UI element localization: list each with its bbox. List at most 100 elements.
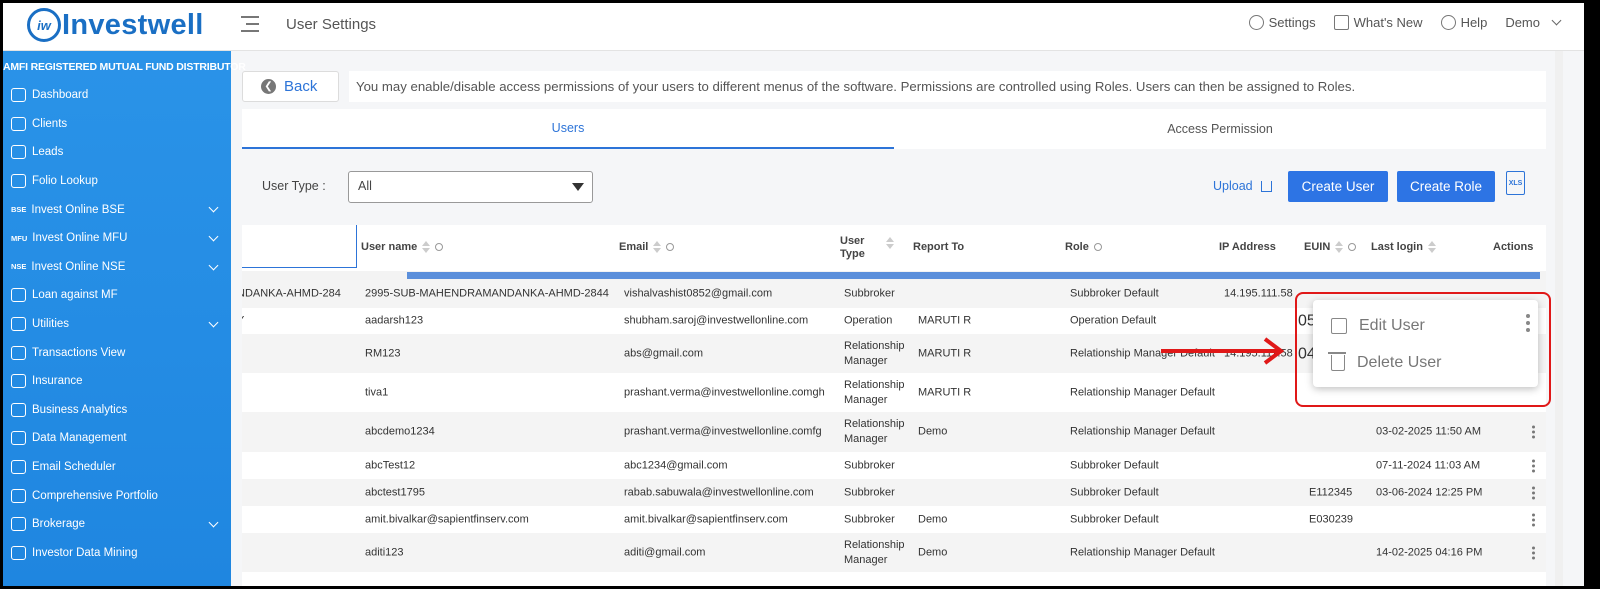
- horizontal-scrollbar[interactable]: [242, 271, 1546, 280]
- sidebar-item[interactable]: Comprehensive Portfolio: [3, 481, 231, 510]
- row-actions-kebab-icon[interactable]: [1532, 513, 1535, 526]
- folio-icon: [11, 174, 26, 189]
- chevron-down-icon[interactable]: [208, 260, 219, 271]
- col-email[interactable]: Email: [619, 241, 675, 253]
- annotation-arrow-icon: [1161, 337, 1285, 365]
- sidebar-item[interactable]: Investor Data Mining: [3, 539, 231, 568]
- table-row[interactable]: abcTest12 abc1234@gmail.com Subbroker Subbr…: [242, 452, 1546, 479]
- brand-logo[interactable]: iw Investwell: [27, 8, 204, 42]
- sidebar-item[interactable]: Transactions View: [3, 338, 231, 367]
- sidebar-item-label: Email Scheduler: [32, 461, 116, 474]
- sidebar-item-label: Insurance: [32, 375, 83, 388]
- search-icon[interactable]: [666, 243, 675, 251]
- table-row[interactable]: abctest1795 rabab.sabuwala@investwellonli…: [242, 479, 1546, 506]
- sidebar-item[interactable]: BSE Invest Online BSE: [3, 195, 231, 224]
- search-icon[interactable]: [435, 243, 444, 251]
- kebab-icon[interactable]: [1526, 314, 1530, 332]
- vertical-scrollbar[interactable]: [1555, 51, 1563, 586]
- row-actions-kebab-icon[interactable]: [1532, 459, 1535, 472]
- tab-users[interactable]: Users: [242, 109, 894, 149]
- app-frame: iw Investwell User Settings Settings Wha…: [3, 3, 1584, 586]
- create-role-button[interactable]: Create Role: [1397, 171, 1495, 202]
- chevron-down-icon[interactable]: [208, 517, 219, 528]
- cell-email: rabab.sabuwala@investwellonline.com: [624, 486, 814, 498]
- sidebar-item[interactable]: Brokerage: [3, 510, 231, 539]
- sidebar-item-label: Business Analytics: [32, 403, 128, 416]
- table-row[interactable]: amit.bivalkar@sapientfinserv.com amit.biv…: [242, 506, 1546, 533]
- col-username[interactable]: User name: [361, 241, 444, 253]
- sidebar-nav: Dashboard Clients Leads Folio Lookup BSE Inve…: [3, 81, 231, 567]
- col-ip-label: IP Address: [1219, 241, 1276, 253]
- top-right-nav: Settings What's New Help Demo: [1248, 15, 1562, 30]
- col-user-type[interactable]: User Type: [840, 235, 894, 261]
- cell-username: 2995-SUB-MAHENDRAMANDANKA-AHMD-2844: [365, 287, 609, 300]
- table-row[interactable]: abcdemo1234 prashant.verma@investwellonli…: [242, 412, 1546, 452]
- row-actions-kebab-icon[interactable]: [1532, 425, 1535, 439]
- upload-button[interactable]: Upload: [1213, 179, 1272, 193]
- row-actions-kebab-icon[interactable]: [1532, 546, 1535, 559]
- user-name: Demo: [1505, 15, 1540, 30]
- row-actions-menu: Edit User Delete User: [1313, 300, 1538, 387]
- trash-icon: [1328, 352, 1346, 371]
- cell-role: Relationship Manager Default: [1070, 386, 1215, 398]
- users-icon: [11, 116, 26, 131]
- sidebar-item[interactable]: Utilities: [3, 310, 231, 339]
- user-menu[interactable]: Demo: [1505, 15, 1562, 30]
- back-arrow-icon: ❮: [261, 79, 276, 94]
- sidebar-item-label: Invest Online BSE: [31, 203, 125, 216]
- cell-type: Relationship Manager: [844, 378, 905, 408]
- home-icon: [11, 88, 26, 103]
- col-username-label: User name: [361, 241, 418, 253]
- tab-access-permission[interactable]: Access Permission: [894, 109, 1546, 149]
- chevron-down-icon[interactable]: [208, 317, 219, 328]
- col-role[interactable]: Role: [1065, 241, 1102, 253]
- menu-toggle-icon[interactable]: [241, 16, 259, 34]
- sidebar-item[interactable]: Folio Lookup: [3, 167, 231, 196]
- create-user-button[interactable]: Create User: [1288, 171, 1388, 202]
- delete-user-menu-item[interactable]: Delete User: [1328, 352, 1441, 372]
- sort-icon[interactable]: [885, 237, 894, 249]
- sidebar-item[interactable]: NSE Invest Online NSE: [3, 253, 231, 282]
- whats-new-link[interactable]: What's New: [1333, 15, 1423, 30]
- back-button[interactable]: ❮ Back: [242, 71, 339, 102]
- row-actions-kebab-icon[interactable]: [1532, 486, 1535, 499]
- cell-login: 03-02-2025 11:50 AM: [1376, 425, 1481, 438]
- settings-link[interactable]: Settings: [1248, 15, 1316, 30]
- sort-icon[interactable]: [1335, 241, 1344, 253]
- sort-icon[interactable]: [422, 241, 431, 253]
- portfolio-icon: [11, 488, 26, 503]
- cell-username: abctest1795: [365, 486, 425, 498]
- sidebar-item[interactable]: Dashboard: [3, 81, 231, 110]
- exchange-badge-icon: BSE: [11, 205, 27, 215]
- sidebar-item[interactable]: Clients: [3, 110, 231, 139]
- chevron-down-icon[interactable]: [208, 202, 219, 213]
- sort-icon[interactable]: [1427, 241, 1436, 253]
- table-row[interactable]: aditi123 aditi@gmail.com Relationship Manag…: [242, 533, 1546, 572]
- sidebar-item[interactable]: Email Scheduler: [3, 453, 231, 482]
- help-link[interactable]: Help: [1440, 15, 1488, 30]
- col-report-to[interactable]: Report To: [913, 241, 964, 253]
- chevron-down-icon[interactable]: [208, 231, 219, 242]
- edit-user-menu-item[interactable]: Edit User: [1331, 317, 1425, 335]
- col-last-login[interactable]: Last login: [1371, 241, 1436, 253]
- scrollbar-thumb[interactable]: [407, 272, 1540, 279]
- exchange-badge-icon: NSE: [11, 262, 27, 272]
- cell-type: Subbroker: [844, 486, 895, 498]
- chevron-down-icon: [1551, 15, 1562, 26]
- sort-icon[interactable]: [653, 241, 662, 253]
- sidebar-item[interactable]: Leads: [3, 138, 231, 167]
- sidebar-item[interactable]: Loan against MF: [3, 281, 231, 310]
- search-icon[interactable]: [1093, 243, 1102, 251]
- col-euin[interactable]: EUIN: [1304, 241, 1357, 253]
- col-ip[interactable]: IP Address: [1219, 241, 1276, 253]
- help-label: Help: [1460, 15, 1488, 30]
- sidebar-item[interactable]: Insurance: [3, 367, 231, 396]
- xls-export-icon[interactable]: XLS: [1506, 171, 1525, 195]
- search-icon[interactable]: [1348, 243, 1357, 251]
- sidebar-item[interactable]: Business Analytics: [3, 396, 231, 425]
- user-type-select[interactable]: All: [348, 171, 593, 203]
- news-icon: [1333, 15, 1349, 30]
- sidebar-item[interactable]: MFU Invest Online MFU: [3, 224, 231, 253]
- sidebar-item[interactable]: Data Management: [3, 424, 231, 453]
- sidebar-item-label: Folio Lookup: [32, 175, 98, 188]
